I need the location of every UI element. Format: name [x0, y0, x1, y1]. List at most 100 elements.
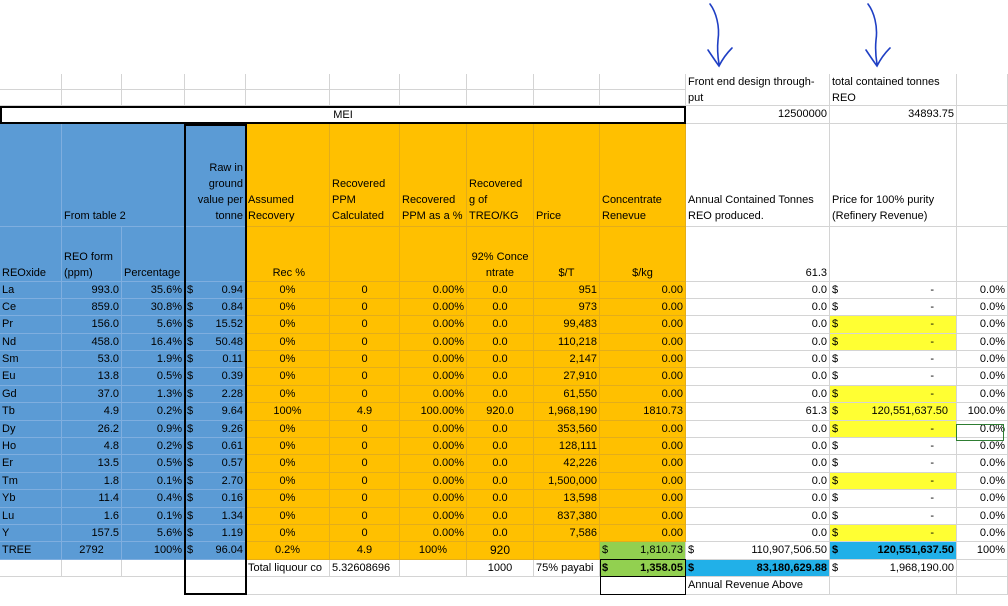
- ppm-calc-cell[interactable]: 4.9: [330, 403, 400, 421]
- refinery-cell[interactable]: $ -: [830, 334, 957, 351]
- refinery-cell[interactable]: $ -: [830, 368, 957, 386]
- empty-cell[interactable]: [0, 560, 62, 577]
- reo-form-cell[interactable]: 37.0: [62, 386, 122, 403]
- refinery-cell[interactable]: $ -: [830, 386, 957, 403]
- percentage-cell[interactable]: 0.2%: [122, 403, 185, 421]
- revenue-cell[interactable]: 0.00: [600, 421, 686, 438]
- annual-cell[interactable]: 0.0: [686, 282, 830, 299]
- ppm-calc-cell[interactable]: 0: [330, 282, 400, 299]
- price-purity-header[interactable]: Price for 100% purity (Refinery Revenue): [830, 124, 957, 227]
- element-cell[interactable]: Gd: [0, 386, 62, 403]
- element-cell[interactable]: Nd: [0, 334, 62, 351]
- annual-cell[interactable]: 0.0: [686, 351, 830, 368]
- raw-value-cell[interactable]: $0.39: [185, 368, 246, 386]
- annual-cell[interactable]: 0.0: [686, 455, 830, 473]
- share-cell[interactable]: 0.0%: [957, 316, 1008, 334]
- raw-value-cell[interactable]: $15.52: [185, 316, 246, 334]
- element-cell[interactable]: Pr: [0, 316, 62, 334]
- reo-form-cell[interactable]: 13.5: [62, 455, 122, 473]
- annual-cell[interactable]: 0.0: [686, 473, 830, 490]
- assumed-recovery-header[interactable]: Assumed Recovery: [246, 124, 330, 227]
- share-cell[interactable]: 0.0%: [957, 282, 1008, 299]
- empty-cell[interactable]: [957, 560, 1008, 577]
- annual-cell[interactable]: 0.0: [686, 421, 830, 438]
- ppm-calc-cell[interactable]: 0: [330, 525, 400, 542]
- empty-cell[interactable]: [467, 74, 534, 90]
- tree-label[interactable]: TREE: [0, 542, 62, 560]
- ppm-calc-cell[interactable]: 0: [330, 455, 400, 473]
- g-kg-cell[interactable]: 0.0: [467, 455, 534, 473]
- g-value[interactable]: 1000: [467, 560, 534, 577]
- empty-cell[interactable]: [62, 74, 122, 90]
- raw-value-cell[interactable]: $1.19: [185, 525, 246, 542]
- refinery-cell[interactable]: $ -: [830, 316, 957, 334]
- recovery-cell[interactable]: 0%: [246, 334, 330, 351]
- ppm-pct-cell[interactable]: 0.00%: [400, 334, 467, 351]
- refinery-cell[interactable]: $ -: [830, 421, 957, 438]
- reo-form-cell[interactable]: 4.8: [62, 438, 122, 455]
- reo-form-header[interactable]: REO form (ppm): [62, 227, 122, 282]
- percentage-cell[interactable]: 0.2%: [122, 438, 185, 455]
- share-cell[interactable]: 0.0%: [957, 473, 1008, 490]
- reo-form-cell[interactable]: 13.8: [62, 368, 122, 386]
- front-end-value[interactable]: 12500000: [686, 106, 830, 124]
- price-cell[interactable]: 13,598: [534, 490, 600, 508]
- recovery-cell[interactable]: 0%: [246, 490, 330, 508]
- recovery-cell[interactable]: 100%: [246, 403, 330, 421]
- recovery-cell[interactable]: 0%: [246, 351, 330, 368]
- tree-pct[interactable]: 100%: [122, 542, 185, 560]
- per-t-header[interactable]: $/T: [534, 227, 600, 282]
- g-kg-cell[interactable]: 0.0: [467, 316, 534, 334]
- reo-form-cell[interactable]: 859.0: [62, 299, 122, 316]
- ppm-calc-cell[interactable]: 0: [330, 490, 400, 508]
- tree-rec[interactable]: 0.2%: [246, 542, 330, 560]
- mei-title[interactable]: MEI: [0, 106, 686, 124]
- annual-cell[interactable]: 0.0: [686, 508, 830, 525]
- element-cell[interactable]: Lu: [0, 508, 62, 525]
- empty-cell[interactable]: [957, 227, 1008, 282]
- annual-cell[interactable]: 0.0: [686, 525, 830, 542]
- empty-cell[interactable]: [600, 90, 686, 106]
- recovery-cell[interactable]: 0%: [246, 455, 330, 473]
- refinery-cell[interactable]: $ -: [830, 282, 957, 299]
- price-cell[interactable]: 99,483: [534, 316, 600, 334]
- ppm-pct-cell[interactable]: 0.00%: [400, 316, 467, 334]
- ppm-pct-cell[interactable]: 0.00%: [400, 351, 467, 368]
- empty-cell[interactable]: [122, 577, 185, 595]
- ppm-pct-cell[interactable]: 0.00%: [400, 282, 467, 299]
- percentage-cell[interactable]: 0.1%: [122, 473, 185, 490]
- empty-cell[interactable]: [122, 74, 185, 90]
- empty-cell[interactable]: [534, 74, 600, 90]
- price-cell[interactable]: 973: [534, 299, 600, 316]
- rec-pct-header[interactable]: Rec %: [246, 227, 330, 282]
- share-cell[interactable]: 100.0%: [957, 403, 1008, 421]
- annual-cell[interactable]: 0.0: [686, 438, 830, 455]
- revenue-cell[interactable]: 0.00: [600, 351, 686, 368]
- price-cell[interactable]: 1,968,190: [534, 403, 600, 421]
- recovered-g-kg-header[interactable]: Recovered g of TREO/KG: [467, 124, 534, 227]
- revenue-cell[interactable]: 0.00: [600, 490, 686, 508]
- share-cell[interactable]: 0.0%: [957, 508, 1008, 525]
- revenue-cell[interactable]: 0.00: [600, 438, 686, 455]
- element-cell[interactable]: Eu: [0, 368, 62, 386]
- empty-cell[interactable]: [185, 560, 246, 577]
- share-cell[interactable]: 0.0%: [957, 368, 1008, 386]
- empty-cell[interactable]: [330, 90, 400, 106]
- reo-form-cell[interactable]: 458.0: [62, 334, 122, 351]
- g-kg-cell[interactable]: 0.0: [467, 368, 534, 386]
- price-value[interactable]: $1,968,190.00: [830, 560, 957, 577]
- price-cell[interactable]: 353,560: [534, 421, 600, 438]
- g-kg-cell[interactable]: 0.0: [467, 490, 534, 508]
- percentage-cell[interactable]: 0.5%: [122, 368, 185, 386]
- price-cell[interactable]: 7,586: [534, 525, 600, 542]
- raw-value-cell[interactable]: $1.34: [185, 508, 246, 525]
- recovery-cell[interactable]: 0%: [246, 386, 330, 403]
- annual-cell[interactable]: 0.0: [686, 386, 830, 403]
- raw-value-cell[interactable]: $2.70: [185, 473, 246, 490]
- refinery-cell[interactable]: $ -: [830, 455, 957, 473]
- annual-cell[interactable]: 0.0: [686, 299, 830, 316]
- price-cell[interactable]: 110,218: [534, 334, 600, 351]
- recovery-cell[interactable]: 0%: [246, 438, 330, 455]
- percentage-cell[interactable]: 5.6%: [122, 525, 185, 542]
- recovery-cell[interactable]: 0%: [246, 421, 330, 438]
